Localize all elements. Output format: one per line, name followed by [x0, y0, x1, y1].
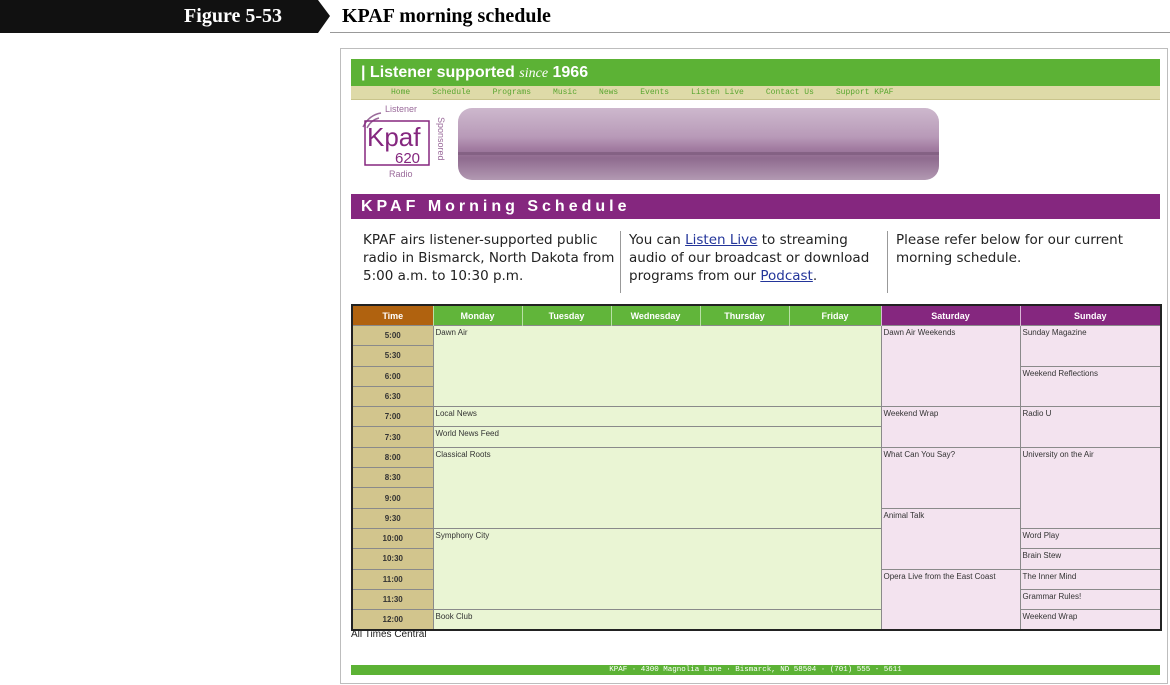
table-row: 7:00 Local News Weekend Wrap Radio U — [351, 406, 1162, 448]
sunday-program: Weekend Wrap — [1019, 609, 1162, 631]
nav-listen-live[interactable]: Listen Live — [691, 86, 744, 100]
weekday-program: Symphony City — [432, 527, 882, 611]
sunday-program: Sunday Magazine — [1019, 325, 1162, 367]
banner-lead: | Listener supported — [361, 64, 515, 81]
podcast-link[interactable]: Podcast — [760, 268, 813, 284]
header-thursday: Thursday — [699, 305, 789, 326]
time-cell: 8:00 — [351, 446, 434, 469]
intro-section: KPAF airs listener-supported public radi… — [351, 231, 1160, 293]
time-cell: 12:00 — [351, 609, 434, 631]
sunday-program: Brain Stew — [1019, 548, 1162, 570]
figure-title: KPAF morning schedule — [342, 5, 551, 27]
page-footer: KPAF · 4300 Magnolia Lane · Bismarck, ND… — [351, 665, 1160, 675]
weekday-program: Book Club — [432, 609, 882, 631]
saturday-program: What Can You Say? — [880, 446, 1021, 509]
nav-schedule[interactable]: Schedule — [432, 86, 470, 100]
logo-name: Kpaf — [367, 122, 421, 152]
time-cell: 10:30 — [351, 548, 434, 570]
timezone-note: All Times Central — [351, 629, 427, 640]
weekday-program: Classical Roots — [432, 446, 882, 529]
sunday-program: Weekend Reflections — [1019, 365, 1162, 408]
time-cell: 7:00 — [351, 406, 434, 428]
schedule-table: Time Monday Tuesday Wednesday Thursday F… — [351, 304, 1162, 632]
nav-music[interactable]: Music — [553, 86, 577, 100]
table-header-row: Time Monday Tuesday Wednesday Thursday F… — [352, 305, 1161, 326]
header-friday: Friday — [788, 305, 881, 326]
logo-side-text: Sponsored — [436, 117, 446, 161]
header-sunday: Sunday — [1019, 305, 1161, 326]
logo-bottom-text: Radio — [389, 169, 413, 179]
nav-bar: Home Schedule Programs Music News Events… — [351, 86, 1160, 100]
time-cell: 10:00 — [351, 527, 434, 550]
listen-live-link[interactable]: Listen Live — [685, 232, 757, 248]
ocean-banner-image — [458, 108, 939, 180]
nav-programs[interactable]: Programs — [493, 86, 531, 100]
nav-news[interactable]: News — [599, 86, 618, 100]
table-row: 12:00 Book Club Weekend Wrap — [351, 609, 1162, 631]
time-cell: 11:30 — [351, 588, 434, 611]
banner-horizon — [458, 152, 939, 155]
time-cell: 9:00 — [351, 487, 434, 509]
time-cell: 9:30 — [351, 507, 434, 529]
header-wednesday: Wednesday — [610, 305, 700, 326]
weekday-program: Local News — [432, 406, 882, 428]
saturday-program: Weekend Wrap — [880, 406, 1021, 448]
saturday-program: Animal Talk — [880, 507, 1021, 570]
sunday-program: The Inner Mind — [1019, 568, 1162, 590]
header-monday: Monday — [432, 305, 522, 326]
banner-since: since — [519, 66, 549, 81]
nav-contact-us[interactable]: Contact Us — [766, 86, 814, 100]
intro-col-2: You can Listen Live to streaming audio o… — [621, 231, 888, 293]
banner-year: 1966 — [552, 64, 589, 81]
time-cell: 6:00 — [351, 365, 434, 387]
nav-home[interactable]: Home — [391, 86, 410, 100]
time-cell: 7:30 — [351, 426, 434, 448]
intro-col-2-end: . — [812, 268, 818, 284]
figure-header: Figure 5-53 KPAF morning schedule — [0, 0, 1170, 33]
top-banner: | Listener supported since 1966 — [351, 59, 1160, 86]
saturday-program: Opera Live from the East Coast — [880, 568, 1021, 631]
time-cell: 11:00 — [351, 568, 434, 590]
table-row: 5:00 Dawn Air Dawn Air Weekends Sunday M… — [351, 324, 1162, 408]
sunday-program: University on the Air — [1019, 446, 1162, 529]
time-cell: 5:00 — [351, 324, 434, 347]
time-cell: 6:30 — [351, 385, 434, 408]
table-row: 10:00 Symphony City Word Play — [351, 527, 1162, 611]
header-saturday: Saturday — [880, 305, 1020, 326]
table-row: 8:00 Classical Roots What Can You Say? U… — [351, 446, 1162, 529]
saturday-program: Dawn Air Weekends — [880, 324, 1021, 408]
sunday-program: Word Play — [1019, 527, 1162, 550]
logo-frequency: 620 — [395, 150, 420, 167]
sunday-program: Radio U — [1019, 406, 1162, 448]
time-cell: 8:30 — [351, 467, 434, 489]
kpaf-logo[interactable]: Listener Kpaf 620 Sponsored Radio — [355, 103, 447, 187]
nav-support-kpaf[interactable]: Support KPAF — [836, 86, 894, 100]
intro-col-3: Please refer below for our current morni… — [896, 232, 1123, 266]
nav-events[interactable]: Events — [640, 86, 669, 100]
intro-col-1: KPAF airs listener-supported public radi… — [351, 231, 621, 293]
intro-col-2-before: You can — [629, 232, 681, 248]
header-time: Time — [352, 305, 433, 326]
header-tuesday: Tuesday — [521, 305, 611, 326]
sunday-program: Grammar Rules! — [1019, 588, 1162, 611]
weekday-program: World News Feed — [432, 426, 882, 448]
figure-label: Figure 5-53 — [0, 0, 330, 33]
time-cell: 5:30 — [351, 345, 434, 367]
figure-rule — [330, 32, 1170, 33]
page-title: KPAF Morning Schedule — [351, 194, 1160, 219]
web-page: | Listener supported since 1966 Home Sch… — [340, 48, 1168, 684]
logo-top-text: Listener — [385, 104, 417, 114]
weekday-program: Dawn Air — [432, 324, 882, 408]
